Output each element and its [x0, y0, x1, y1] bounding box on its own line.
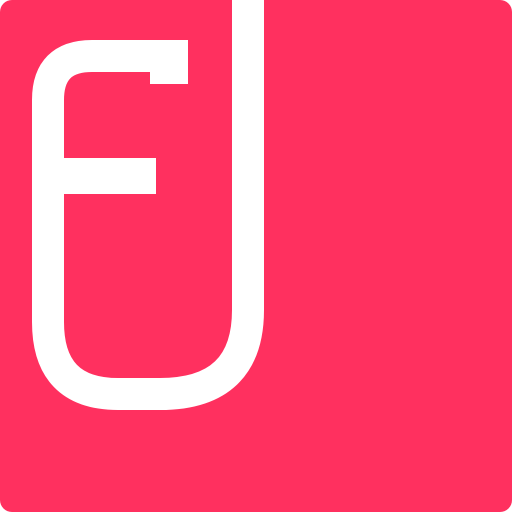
- app-logo-icon: [0, 0, 512, 512]
- logo-glyph-top-bar-end: [150, 40, 188, 84]
- app-icon: [0, 0, 512, 512]
- logo-glyph-middle-bar: [64, 158, 156, 194]
